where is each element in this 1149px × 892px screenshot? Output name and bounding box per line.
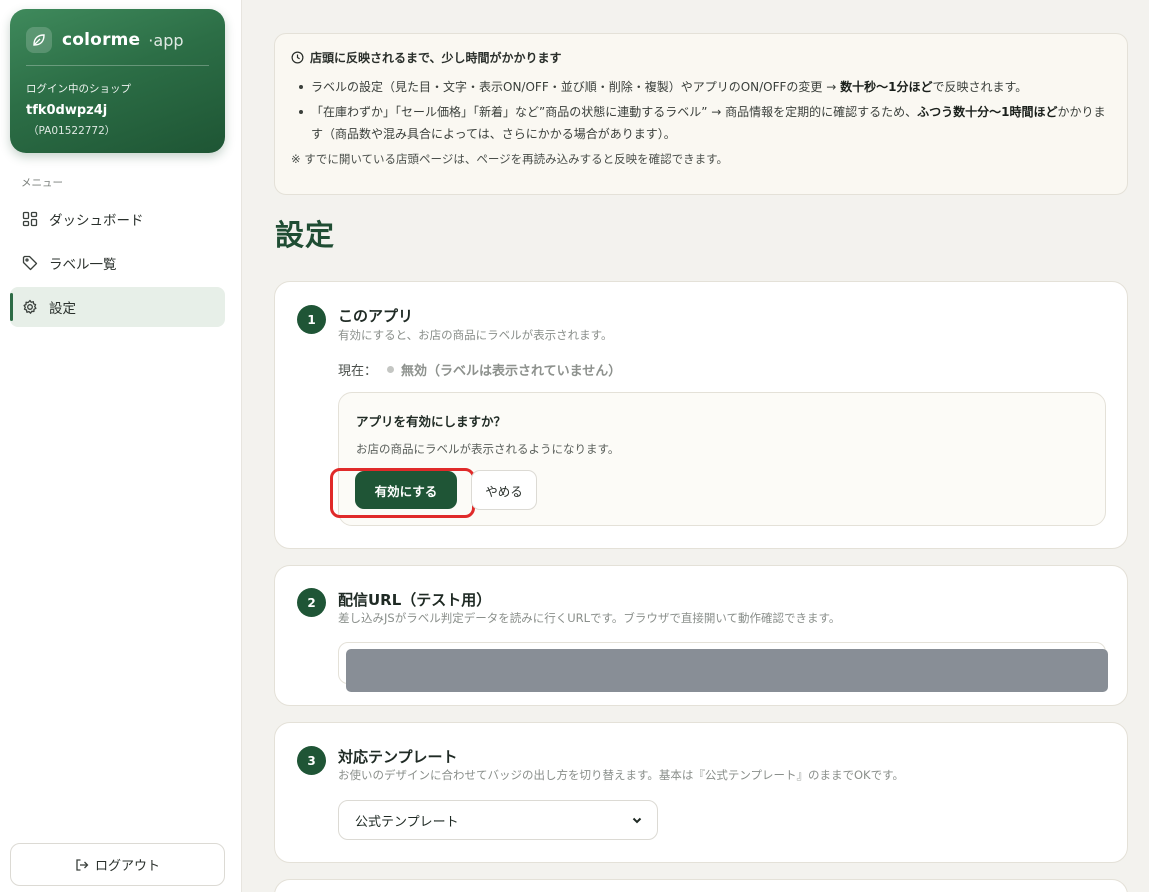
- confirm-description: お店の商品にラベルが表示されるようになります。: [356, 442, 620, 456]
- brand-card: colorme ·app ログイン中のショップ tfk0dwpz4j （PA01…: [10, 9, 225, 153]
- tag-icon: [22, 255, 38, 271]
- sidebar: colorme ·app ログイン中のショップ tfk0dwpz4j （PA01…: [0, 0, 242, 892]
- notice-item-2-emphasis: ふつう数十分〜1時間ほど: [917, 105, 1058, 119]
- status-line: 現在： 無効（ラベルは表示されていません）: [338, 360, 621, 379]
- notice-item-1-tail: で反映されます。: [932, 80, 1028, 94]
- brand-suffix: ·app: [148, 30, 184, 50]
- section-subtitle: 差し込みJSがラベル判定データを読みに行くURLです。ブラウザで直接開いて動作確…: [338, 611, 841, 625]
- step-badge: 1: [297, 305, 326, 334]
- status-dot-icon: [387, 366, 395, 373]
- notice-footnote: ※ すでに開いている店頭ページは、ページを再読み込みすると反映を確認できます。: [291, 152, 728, 166]
- app-section-card: 1 このアプリ 有効にすると、お店の商品にラベルが表示されます。 現在： 無効（…: [274, 281, 1128, 549]
- sidebar-item-label: ラベル一覧: [49, 257, 117, 273]
- logout-icon: [75, 858, 89, 872]
- notice-item-1-text: ラベルの設定（見た目・文字・表示ON/OFF・並び順・削除・複製）やアプリのON…: [311, 80, 841, 94]
- notice-item: 「在庫わずか」「セール価格」「新着」など”商品の状態に連動するラベル” → 商品…: [297, 101, 1111, 145]
- clock-icon: [291, 51, 304, 64]
- template-select-value: 公式テンプレート: [355, 814, 459, 830]
- shop-label: ログイン中のショップ: [26, 83, 131, 95]
- next-section-card: [274, 879, 1128, 892]
- template-select[interactable]: 公式テンプレート: [338, 800, 658, 840]
- section-title: 対応テンプレート: [338, 748, 458, 766]
- enable-confirm-box: アプリを有効にしますか？ お店の商品にラベルが表示されるようになります。 有効に…: [330, 392, 1106, 526]
- reflection-notice: 店頭に反映されるまで、少し時間がかかります ラベルの設定（見た目・文字・表示ON…: [274, 33, 1128, 195]
- cancel-button[interactable]: やめる: [471, 470, 537, 510]
- section-subtitle: お使いのデザインに合わせてバッジの出し方を切り替えます。基本は『公式テンプレート…: [338, 768, 904, 782]
- sidebar-item-settings[interactable]: 設定: [10, 287, 225, 327]
- sidebar-item-dashboard[interactable]: ダッシュボード: [10, 199, 225, 239]
- enable-button[interactable]: 有効にする: [355, 471, 457, 509]
- sidebar-item-labels[interactable]: ラベル一覧: [10, 243, 225, 283]
- url-section-card: 2 配信URL（テスト用） 差し込みJSがラベル判定データを読みに行くURLです…: [274, 565, 1128, 706]
- status-value: 無効（ラベルは表示されていません）: [401, 364, 622, 379]
- sidebar-item-label: 設定: [49, 301, 76, 317]
- redacted-url-block: [346, 649, 1108, 692]
- brand-name: colorme: [62, 30, 141, 50]
- shop-id: tfk0dwpz4j: [26, 103, 108, 118]
- notice-item-1-emphasis: 数十秒〜1分ほど: [840, 80, 933, 94]
- sidebar-nav: ダッシュボード ラベル一覧 設定: [10, 199, 225, 331]
- step-badge: 3: [297, 746, 326, 775]
- template-section-card: 3 対応テンプレート お使いのデザインに合わせてバッジの出し方を切り替えます。基…: [274, 722, 1128, 863]
- gear-icon: [22, 299, 38, 315]
- notice-item: ラベルの設定（見た目・文字・表示ON/OFF・並び順・削除・複製）やアプリのON…: [297, 76, 1111, 98]
- dashboard-icon: [22, 211, 38, 227]
- leaf-icon: [26, 27, 52, 53]
- brand-divider: [26, 65, 209, 66]
- logout-button[interactable]: ログアウト: [10, 843, 225, 886]
- confirm-title: アプリを有効にしますか？: [356, 414, 507, 429]
- shop-code: （PA01522772）: [28, 125, 116, 137]
- section-title: 配信URL（テスト用）: [338, 591, 492, 609]
- menu-label: メニュー: [21, 177, 63, 189]
- brand-row: colorme ·app: [26, 9, 209, 69]
- section-subtitle: 有効にすると、お店の商品にラベルが表示されます。: [338, 328, 613, 342]
- logout-label: ログアウト: [94, 859, 160, 874]
- notice-item-2-text: 「在庫わずか」「セール価格」「新着」など”商品の状態に連動するラベル” → 商品…: [311, 105, 918, 119]
- step-badge: 2: [297, 588, 326, 617]
- section-title: このアプリ: [338, 307, 414, 325]
- sidebar-item-label: ダッシュボード: [49, 213, 144, 229]
- notice-title: 店頭に反映されるまで、少し時間がかかります: [291, 49, 1111, 66]
- notice-title-text: 店頭に反映されるまで、少し時間がかかります: [310, 51, 562, 65]
- chevron-down-icon: [631, 814, 643, 826]
- notice-list: ラベルの設定（見た目・文字・表示ON/OFF・並び順・削除・複製）やアプリのON…: [291, 76, 1111, 145]
- status-label: 現在：: [338, 364, 378, 379]
- page-title: 設定: [275, 218, 336, 252]
